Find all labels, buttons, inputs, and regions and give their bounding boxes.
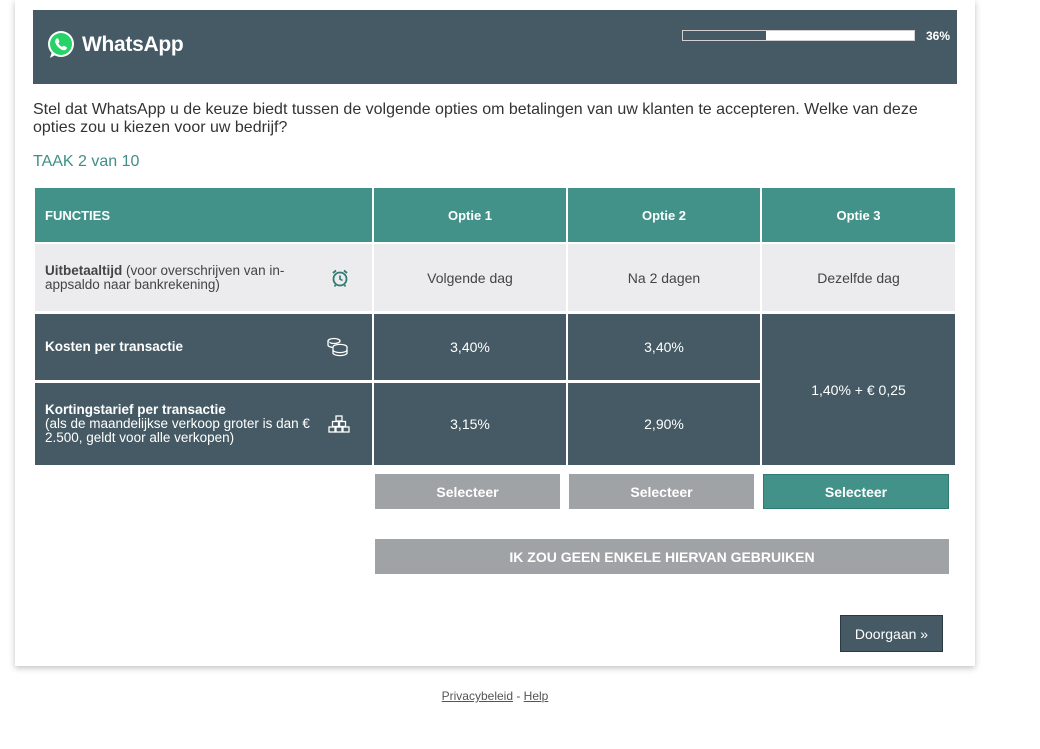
task-counter: TAAK 2 van 10 xyxy=(33,153,140,170)
stacked-boxes-icon xyxy=(328,415,350,433)
cell-r2-option-1: 3,40% xyxy=(374,314,566,380)
header-option-2: Optie 2 xyxy=(568,188,760,242)
cell-r3-option-1: 3,15% xyxy=(374,383,566,465)
none-of-these-button[interactable]: IK ZOU GEEN ENKELE HIERVAN GEBRUIKEN xyxy=(375,539,949,574)
progress-fill xyxy=(683,31,767,40)
footer-separator: - xyxy=(513,689,524,703)
question-text: Stel dat WhatsApp u de keuze biedt tusse… xyxy=(33,101,918,136)
cell-r3-option-2: 2,90% xyxy=(568,383,760,465)
coins-icon xyxy=(327,337,348,357)
select-option-2-button[interactable]: Selecteer xyxy=(569,474,754,509)
header-functies: FUNCTIES xyxy=(35,188,372,242)
cell-r2-r3-option-3: 1,40% + € 0,25 xyxy=(762,314,955,465)
cell-r2-option-2: 3,40% xyxy=(568,314,760,380)
progress-bar xyxy=(682,30,915,41)
feature-label: Kosten per transactie xyxy=(45,339,184,354)
footer: Privacybeleid - Help xyxy=(0,689,990,703)
cell-r1-option-3: Dezelfde dag xyxy=(762,244,955,311)
progress-label: 36% xyxy=(926,29,951,43)
feature-label: Kortingstarief per transactie (als de maa… xyxy=(45,402,310,445)
cell-r1-option-1: Volgende dag xyxy=(374,244,566,311)
alarm-clock-icon xyxy=(332,269,348,287)
privacy-link[interactable]: Privacybeleid xyxy=(442,689,513,703)
feature-kortingstarief: Kortingstarief per transactie (als de maa… xyxy=(35,383,372,465)
feature-kosten: Kosten per transactie xyxy=(35,314,372,380)
help-link[interactable]: Help xyxy=(524,689,549,703)
survey-card: WhatsApp 36% Stel dat WhatsApp u de keuz… xyxy=(15,0,975,666)
select-option-3-button[interactable]: Selecteer xyxy=(763,474,949,509)
whatsapp-logo: WhatsApp xyxy=(45,28,184,62)
continue-button[interactable]: Doorgaan » xyxy=(840,615,943,652)
whatsapp-icon xyxy=(48,31,74,58)
feature-label: Uitbetaaltijd (voor overschrijven van in… xyxy=(45,262,285,292)
header-option-1: Optie 1 xyxy=(374,188,566,242)
brand-name: WhatsApp xyxy=(82,33,184,56)
cell-r1-option-2: Na 2 dagen xyxy=(568,244,760,311)
feature-uitbetaaltijd: Uitbetaaltijd (voor overschrijven van in… xyxy=(35,244,372,311)
select-option-1-button[interactable]: Selecteer xyxy=(375,474,560,509)
header-bar: WhatsApp 36% xyxy=(33,10,957,84)
header-option-3: Optie 3 xyxy=(762,188,955,242)
